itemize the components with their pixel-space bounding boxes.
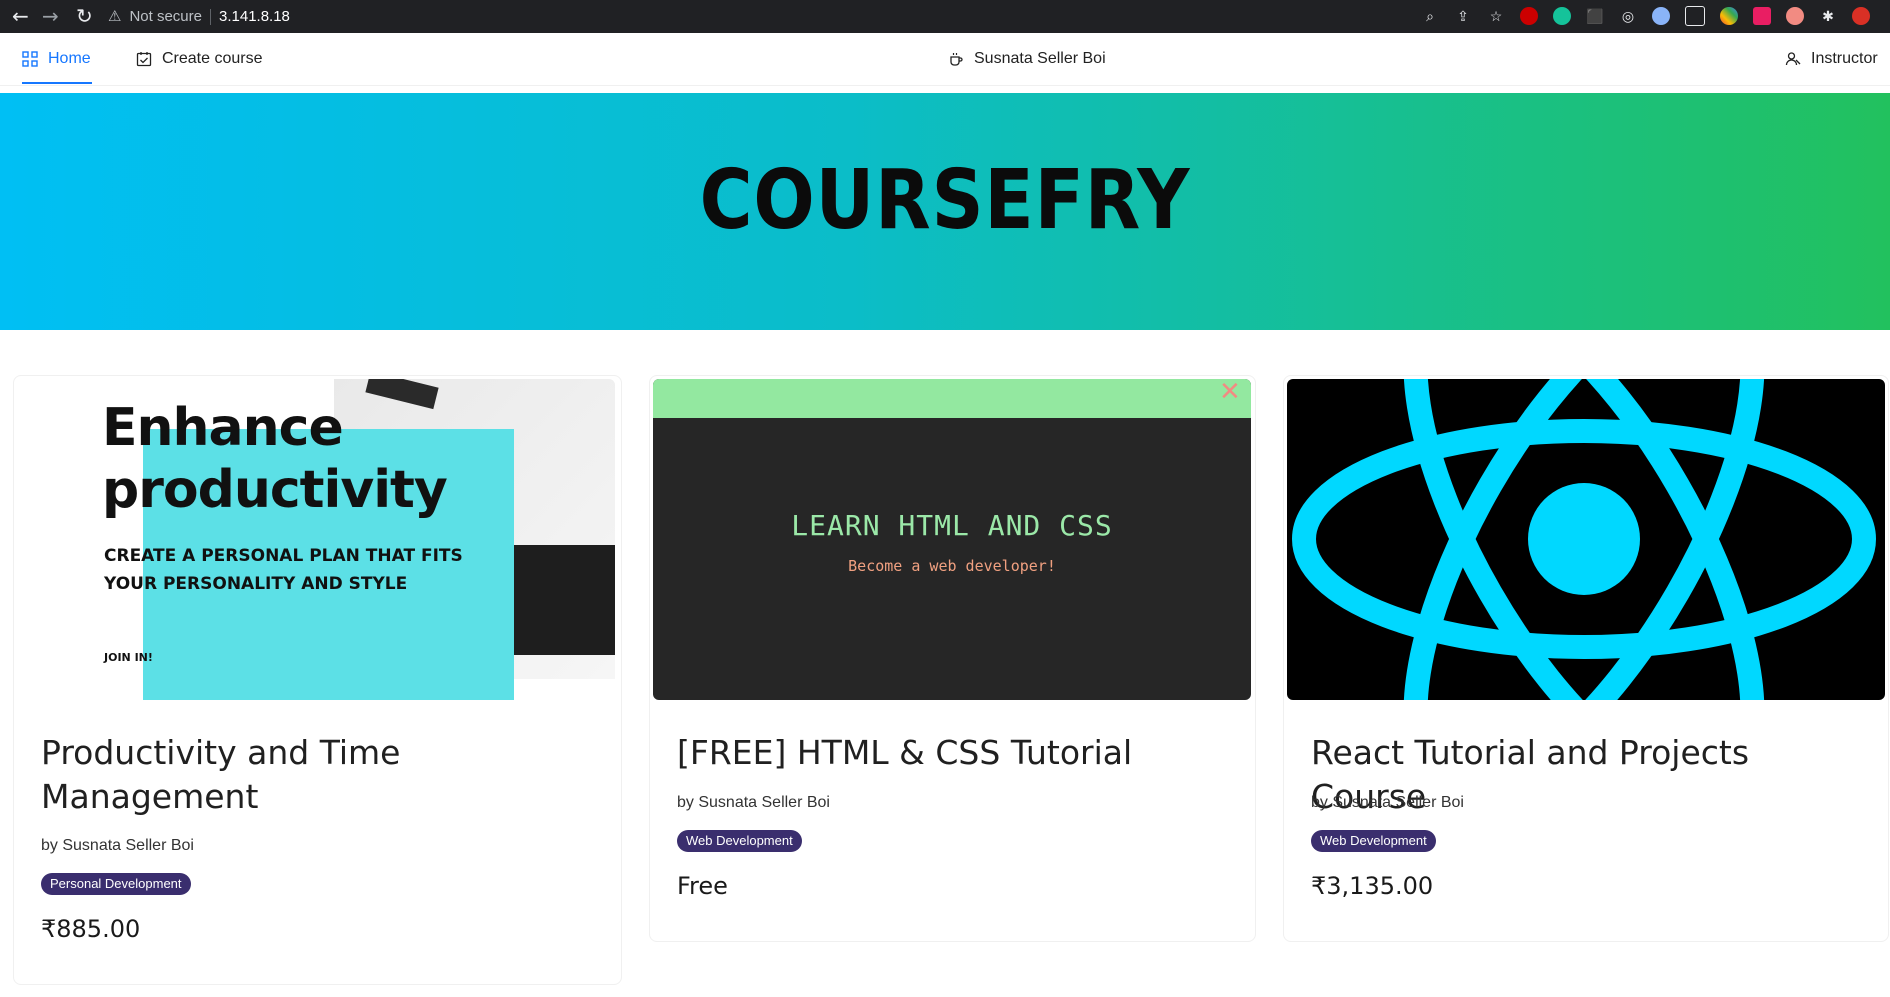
security-label: Not secure	[129, 8, 202, 25]
url-text: 3.141.8.18	[219, 8, 290, 25]
hidden-extension-icon[interactable]: ⬛	[1586, 7, 1604, 25]
thumb-subheading: Become a web developer!	[848, 557, 1056, 575]
nav-instructor[interactable]: Instructor	[1785, 33, 1878, 85]
target-icon[interactable]: ◎	[1619, 7, 1637, 25]
browser-toolbar: ← → ↻ ⚠ Not secure 3.141.8.18 ⌕ ⇪ ☆ ⬛ ◎ …	[0, 0, 1890, 33]
extension-icons: ⌕ ⇪ ☆ ⬛ ◎ ✱	[1421, 4, 1870, 28]
address-bar[interactable]: ⚠ Not secure 3.141.8.18	[108, 3, 290, 30]
course-card[interactable]: Enhance productivity CREATE A PERSONAL P…	[13, 375, 622, 985]
thumb-heading-line1: Enhance	[102, 398, 344, 458]
extension-color-icon[interactable]	[1720, 7, 1738, 25]
course-thumbnail	[1287, 379, 1885, 700]
star-icon[interactable]: ☆	[1487, 7, 1505, 25]
course-thumbnail: ✕ LEARN HTML AND CSS Become a web develo…	[653, 379, 1251, 700]
thumb-heading: Enhance productivity	[102, 397, 448, 521]
hero-banner: COURSEFRY	[0, 93, 1890, 330]
calendar-check-icon	[136, 52, 152, 67]
nav-user[interactable]: Susnata Seller Boi	[948, 33, 1106, 85]
reload-icon[interactable]: ↻	[76, 4, 93, 28]
close-icon: ✕	[1219, 379, 1241, 407]
course-price: ₹3,135.00	[1311, 872, 1434, 900]
category-badge: Personal Development	[41, 873, 191, 895]
warning-icon: ⚠	[108, 8, 122, 25]
nav-create-course-label: Create course	[162, 50, 263, 67]
course-card[interactable]: ✕ LEARN HTML AND CSS Become a web develo…	[649, 375, 1256, 942]
thumb-cta: JOIN IN!	[104, 651, 153, 664]
coffee-icon	[950, 53, 963, 66]
course-title[interactable]: [FREE] HTML & CSS Tutorial	[677, 731, 1227, 775]
course-title[interactable]: Productivity and Time Management	[41, 731, 591, 819]
address-separator	[210, 8, 211, 25]
nav-home-label: Home	[48, 50, 91, 67]
react-logo-icon	[1292, 379, 1876, 700]
ublock-icon[interactable]	[1520, 7, 1538, 25]
extension-box-icon[interactable]	[1685, 6, 1705, 26]
course-author: by Susnata Seller Boi	[677, 794, 830, 811]
course-author: by Susnata Seller Boi	[41, 837, 194, 854]
back-arrow-icon[interactable]: ←	[12, 4, 29, 28]
grammarly-icon[interactable]	[1553, 7, 1571, 25]
nav-instructor-label: Instructor	[1811, 50, 1878, 67]
puzzle-icon[interactable]: ✱	[1819, 7, 1837, 25]
category-badge: Web Development	[1311, 830, 1436, 852]
hero-title: COURSEFRY	[699, 153, 1191, 248]
course-price: Free	[677, 872, 728, 900]
thumb-sub-line2: YOUR PERSONALITY AND STYLE	[104, 574, 408, 594]
share-icon[interactable]: ⇪	[1454, 7, 1472, 25]
thumb-window-bar	[653, 379, 1251, 418]
category-badge: Web Development	[677, 830, 802, 852]
course-author: by Susnata Seller Boi	[1311, 794, 1464, 811]
thumb-subheading: CREATE A PERSONAL PLAN THAT FITS YOUR PE…	[104, 542, 463, 598]
course-thumbnail: Enhance productivity CREATE A PERSONAL P…	[17, 379, 615, 700]
course-price: ₹885.00	[41, 915, 141, 943]
zoom-icon[interactable]: ⌕	[1421, 7, 1439, 25]
pocket-icon[interactable]	[1753, 7, 1771, 25]
thumb-sub-line1: CREATE A PERSONAL PLAN THAT FITS	[104, 546, 463, 566]
thumb-heading-line2: productivity	[102, 460, 448, 520]
keyboard-image	[512, 545, 615, 655]
app-navbar: Home Create course Susnata Seller Boi In…	[0, 33, 1890, 86]
grid-icon	[22, 51, 38, 67]
nav-home[interactable]: Home	[22, 33, 91, 85]
extension-face-icon[interactable]	[1786, 7, 1804, 25]
nav-user-label: Susnata Seller Boi	[974, 50, 1106, 67]
nav-create-course[interactable]: Create course	[136, 33, 263, 85]
user-team-icon	[1785, 52, 1801, 66]
profile-avatar-icon[interactable]	[1852, 7, 1870, 25]
course-card[interactable]: React Tutorial and Projects Course by Su…	[1283, 375, 1889, 942]
forward-arrow-icon[interactable]: →	[42, 4, 59, 28]
active-tab-indicator	[22, 82, 92, 84]
thumb-heading: LEARN HTML AND CSS	[791, 509, 1113, 542]
extension-blue-icon[interactable]	[1652, 7, 1670, 25]
